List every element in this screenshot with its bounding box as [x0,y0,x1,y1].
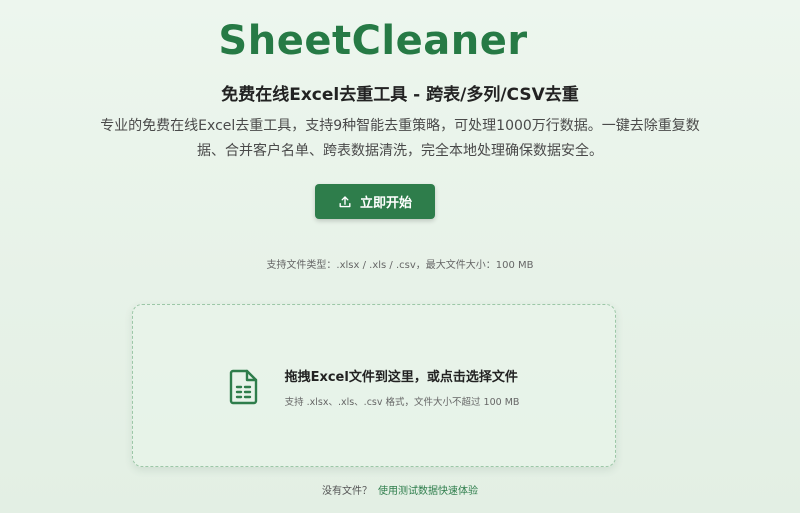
upload-icon [338,195,352,209]
page-subtitle: 免费在线Excel去重工具 - 跨表/多列/CSV去重 [221,85,579,105]
start-button[interactable]: 立即开始 [315,184,435,219]
spreadsheet-file-icon [229,369,259,405]
dropzone-hint: 支持 .xlsx、.xls、.csv 格式，文件大小不超过 100 MB [284,396,520,408]
sample-data-line: 没有文件？ 使用测试数据快速体验 [0,482,800,497]
file-types-note: 支持文件类型：.xlsx / .xls / .csv，最大文件大小：100 MB [266,260,534,271]
file-dropzone[interactable]: 拖拽Excel文件到这里，或点击选择文件 支持 .xlsx、.xls、.csv … [132,304,616,467]
start-button-label: 立即开始 [359,196,412,211]
sample-data-link[interactable]: 使用测试数据快速体验 [378,486,478,497]
brand-logo-text: SheetCleaner [218,18,528,64]
no-file-text: 没有文件？ [322,486,372,497]
dropzone-title: 拖拽Excel文件到这里，或点击选择文件 [284,369,518,385]
hero-description: 专业的免费在线Excel去重工具，支持9种智能去重策略，可处理1000万行数据。… [100,118,700,159]
